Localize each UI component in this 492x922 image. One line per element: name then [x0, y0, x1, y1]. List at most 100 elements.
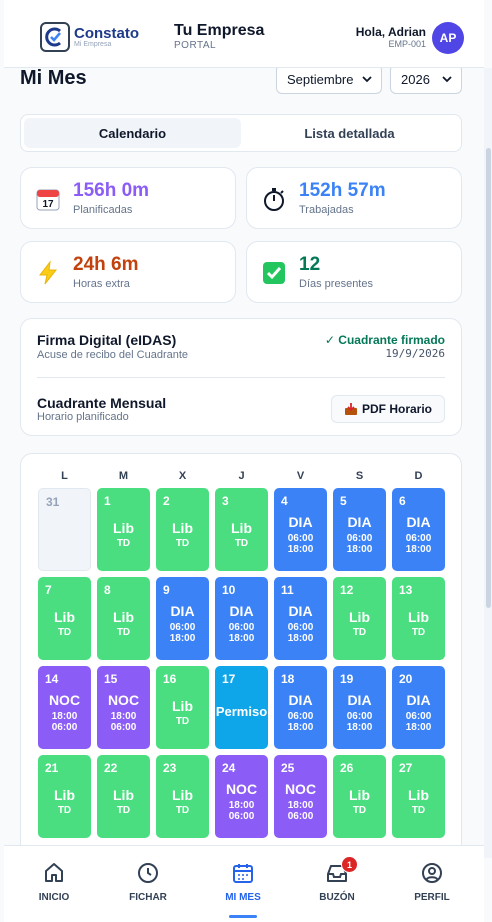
- calendar-icon: 17: [35, 186, 61, 212]
- shift-subtype: TD: [234, 538, 249, 549]
- avatar[interactable]: AP: [432, 22, 464, 54]
- shift-start-time: 18:00: [287, 800, 314, 811]
- pdf-schedule-button[interactable]: PDF Horario: [331, 395, 445, 423]
- weekday-header: M: [118, 470, 129, 482]
- calendar-day[interactable]: 15 NOC 18:00 06:00: [97, 666, 150, 749]
- shift-end-time: 18:00: [287, 722, 314, 733]
- company-subtitle: PORTAL: [174, 40, 217, 51]
- calendar-day[interactable]: 18 DIA 06:00 18:00: [274, 666, 327, 749]
- calendar-day[interactable]: 4 DIA 06:00 18:00: [274, 488, 327, 571]
- shift-code: Lib: [54, 609, 75, 625]
- calendar-day[interactable]: 16 Lib TD: [156, 666, 209, 749]
- calendar-day[interactable]: 22 Lib TD: [97, 755, 150, 838]
- shift-end-time: 06:00: [110, 722, 137, 733]
- calendar-day[interactable]: 23 Lib TD: [156, 755, 209, 838]
- calendar-day[interactable]: 13 Lib TD: [392, 577, 445, 660]
- nav-buzon[interactable]: 1 BUZÓN: [289, 846, 385, 922]
- shift-subtype: TD: [116, 805, 131, 816]
- day-number: 24: [222, 761, 236, 775]
- employee-id: EMP-001: [388, 39, 426, 49]
- shift-code: DIA: [288, 514, 313, 530]
- calendar-day[interactable]: 9 DIA 06:00 18:00: [156, 577, 209, 660]
- logo-subtitle: Mi Empresa: [74, 40, 112, 48]
- day-number: 4: [281, 494, 288, 508]
- calendar-day[interactable]: 14 NOC 18:00 06:00: [38, 666, 91, 749]
- calendar-day[interactable]: 19 DIA 06:00 18:00: [333, 666, 386, 749]
- signed-date: 19/9/2026: [385, 347, 445, 360]
- shift-code: Lib: [172, 520, 193, 536]
- calendar-day[interactable]: 20 DIA 06:00 18:00: [392, 666, 445, 749]
- nav-inicio[interactable]: INICIO: [6, 846, 102, 922]
- nav-label-fichar: FICHAR: [129, 892, 167, 903]
- tab-calendario[interactable]: Calendario: [24, 118, 241, 148]
- stat-value-planificadas: 156h 0m: [73, 180, 150, 201]
- shift-start-time: 18:00: [228, 800, 255, 811]
- divider: [37, 377, 445, 378]
- day-number: 6: [399, 494, 406, 508]
- year-select[interactable]: 2026: [390, 64, 462, 94]
- calendar-day[interactable]: 10 DIA 06:00 18:00: [215, 577, 268, 660]
- nav-mi-mes[interactable]: MI MES: [195, 846, 291, 922]
- calendar-day[interactable]: 7 Lib TD: [38, 577, 91, 660]
- day-number: 11: [281, 583, 294, 597]
- stat-label-planificadas: Planificadas: [73, 204, 133, 216]
- shift-code: NOC: [225, 781, 258, 797]
- day-number: 27: [399, 761, 413, 775]
- nav-fichar[interactable]: FICHAR: [100, 846, 196, 922]
- stat-card-planificadas: 17 156h 0m Planificadas: [20, 167, 236, 229]
- shift-code: NOC: [284, 781, 317, 797]
- shift-end-time: 06:00: [51, 722, 78, 733]
- scrollbar[interactable]: [484, 68, 492, 858]
- day-number: 20: [399, 672, 413, 686]
- company-block: Tu Empresa PORTAL: [174, 22, 264, 51]
- shift-code: NOC: [48, 692, 81, 708]
- nav-label-mi-mes: MI MES: [225, 892, 261, 903]
- month-select[interactable]: Septiembre: [276, 64, 382, 94]
- calendar-day[interactable]: 24 NOC 18:00 06:00: [215, 755, 268, 838]
- shift-code: DIA: [288, 692, 313, 708]
- calendar-day[interactable]: 31: [38, 488, 91, 571]
- calendar-day[interactable]: 21 Lib TD: [38, 755, 91, 838]
- shift-code: Permiso: [215, 704, 268, 719]
- scrollbar-thumb[interactable]: [486, 148, 491, 608]
- home-icon: [45, 863, 63, 882]
- calendar-day[interactable]: 17 Permiso: [215, 666, 268, 749]
- shift-end-time: 06:00: [287, 811, 314, 822]
- shift-code: Lib: [172, 698, 193, 714]
- shift-start-time: 06:00: [228, 622, 255, 633]
- calendar-day[interactable]: 3 Lib TD: [215, 488, 268, 571]
- day-number: 19: [340, 672, 354, 686]
- user-greeting: Hola, Adrian: [355, 25, 426, 39]
- calendar-day[interactable]: 12 Lib TD: [333, 577, 386, 660]
- clock-icon: [138, 863, 158, 883]
- calendar-day[interactable]: 6 DIA 06:00 18:00: [392, 488, 445, 571]
- day-number: 16: [163, 672, 177, 686]
- logo[interactable]: Constato Mi Empresa: [40, 22, 139, 52]
- calendar-day[interactable]: 25 NOC 18:00 06:00: [274, 755, 327, 838]
- shift-start-time: 06:00: [169, 622, 196, 633]
- shift-subtype: TD: [57, 627, 72, 638]
- calendar-day[interactable]: 1 Lib TD: [97, 488, 150, 571]
- download-tray-icon: [344, 403, 357, 415]
- calendar-icon: [233, 864, 253, 883]
- calendar-day[interactable]: 27 Lib TD: [392, 755, 445, 838]
- bottom-nav: INICIO FICHAR MI MES 1 BUZÓN PERFIL: [4, 845, 484, 922]
- day-number: 17: [222, 672, 236, 686]
- nav-label-perfil: PERFIL: [414, 892, 450, 903]
- day-number: 2: [163, 494, 170, 508]
- monthly-schedule-subtitle: Horario planificado: [37, 411, 129, 423]
- calendar-day[interactable]: 8 Lib TD: [97, 577, 150, 660]
- tab-lista-detallada[interactable]: Lista detallada: [241, 118, 458, 148]
- nav-perfil[interactable]: PERFIL: [384, 846, 480, 922]
- shift-end-time: 18:00: [169, 633, 196, 644]
- calendar-day[interactable]: 5 DIA 06:00 18:00: [333, 488, 386, 571]
- calendar-day[interactable]: 26 Lib TD: [333, 755, 386, 838]
- shift-end-time: 18:00: [405, 722, 432, 733]
- weekday-header: S: [355, 470, 364, 482]
- stat-card-trabajadas: 152h 57m Trabajadas: [246, 167, 462, 229]
- shift-code: DIA: [170, 603, 195, 619]
- stat-value-trabajadas: 152h 57m: [299, 180, 386, 201]
- calendar-day[interactable]: 2 Lib TD: [156, 488, 209, 571]
- user-circle-icon: [422, 863, 442, 883]
- calendar-day[interactable]: 11 DIA 06:00 18:00: [274, 577, 327, 660]
